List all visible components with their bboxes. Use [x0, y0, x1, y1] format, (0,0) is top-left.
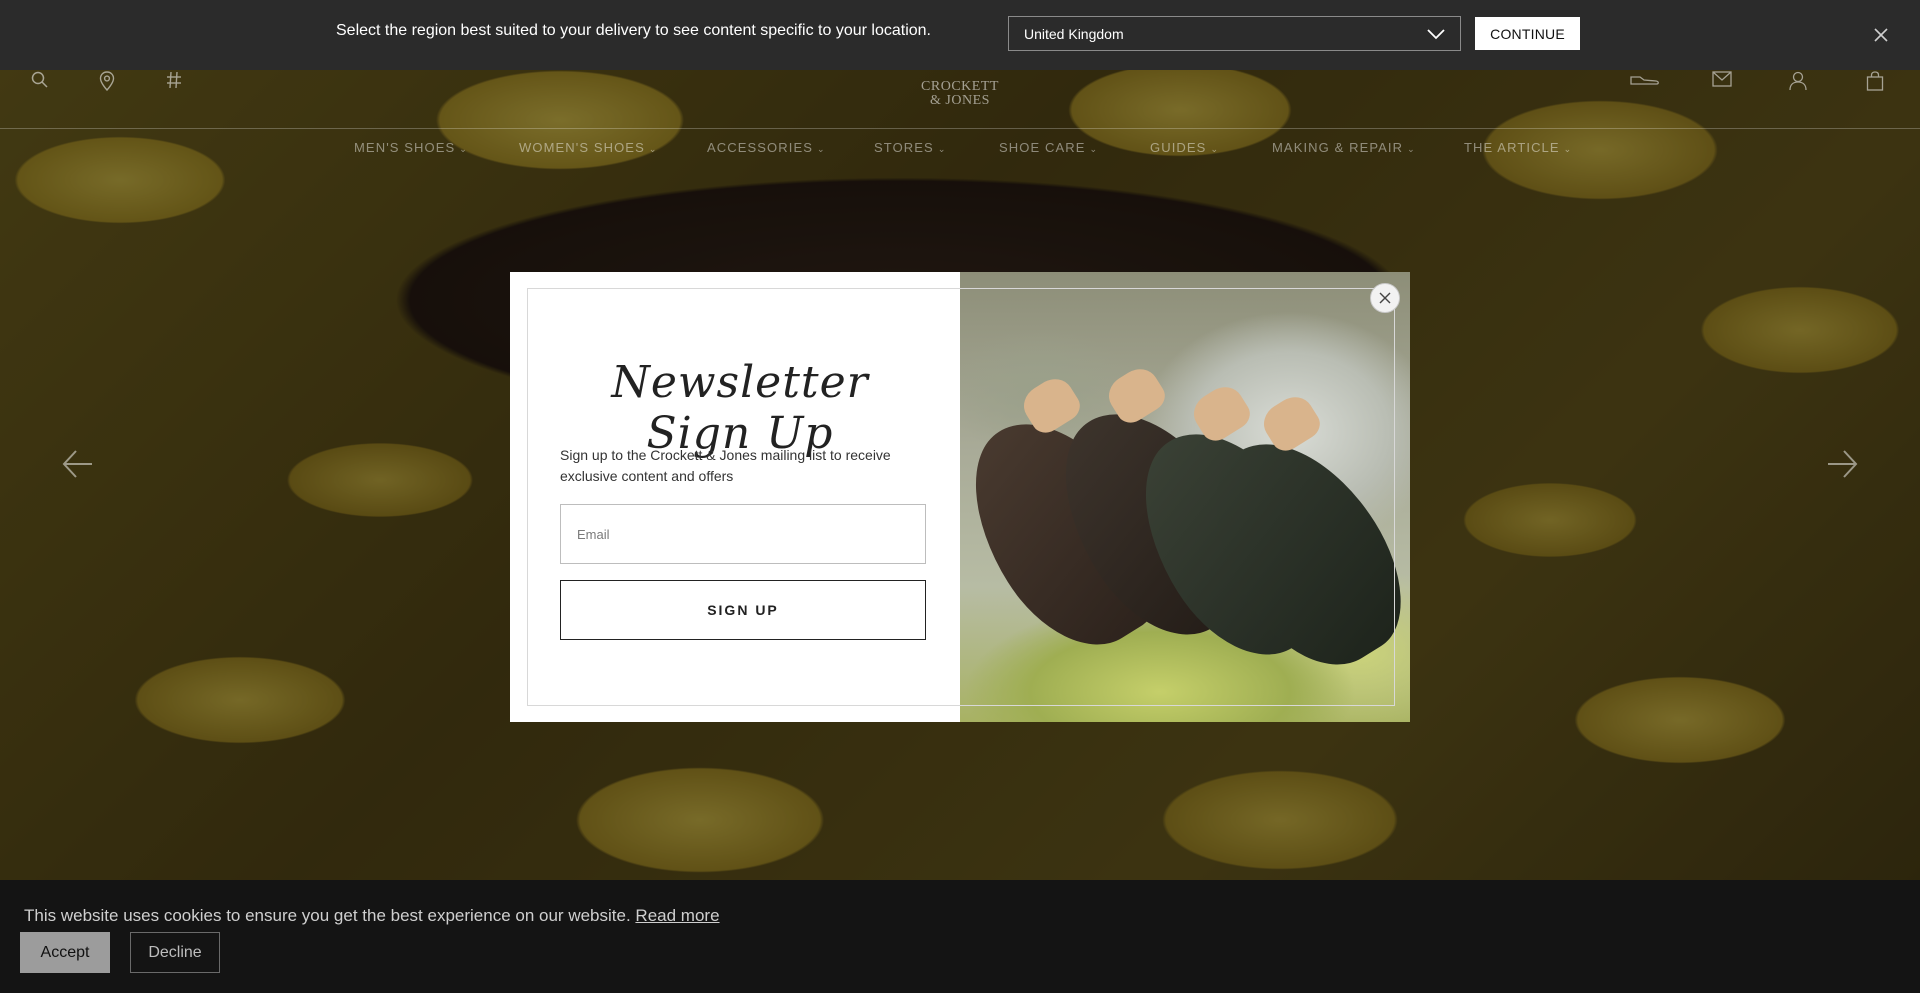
accept-cookies-button[interactable]: Accept — [20, 932, 110, 973]
logo-crockett: CROCKETT — [921, 79, 999, 94]
shoe-icon[interactable] — [1630, 71, 1660, 87]
region-selector-bar: Select the region best suited to your de… — [0, 0, 1920, 70]
newsletter-title: Newsletter Sign Up — [611, 357, 869, 459]
nav-item-stores[interactable]: STORES ⌄ — [874, 140, 946, 155]
chevron-down-icon: ⌄ — [459, 144, 468, 154]
chevron-down-icon: ⌄ — [1089, 144, 1099, 154]
nav-item-label: GUIDES — [1150, 140, 1207, 155]
search-icon[interactable] — [31, 71, 49, 89]
newsletter-description: Sign up to the Crockett & Jones mailing … — [560, 447, 891, 484]
brand-logo[interactable]: CROCKETT & JONES — [910, 80, 1010, 108]
bag-icon[interactable] — [1866, 71, 1884, 91]
nav-item-mens-shoes[interactable]: MEN'S SHOES ⌄ — [354, 140, 468, 155]
decline-cookies-button[interactable]: Decline — [130, 932, 220, 973]
location-icon[interactable] — [99, 71, 115, 91]
newsletter-image-loafers — [960, 272, 1410, 722]
nav-item-the-article[interactable]: THE ARTICLE ⌄ — [1464, 140, 1572, 155]
region-dropdown[interactable]: United Kingdom — [1008, 16, 1461, 51]
region-message: Select the region best suited to your de… — [336, 22, 931, 39]
chevron-down-icon: ⌄ — [937, 144, 947, 154]
logo-jones: & JONES — [930, 93, 990, 108]
nav-item-accessories[interactable]: ACCESSORIES ⌄ — [707, 140, 826, 155]
chevron-down-icon: ⌄ — [817, 144, 826, 154]
nav-item-label: MEN'S SHOES — [354, 140, 456, 155]
nav-item-womens-shoes[interactable]: WOMEN'S SHOES ⌄ — [519, 140, 658, 155]
region-dropdown-value: United Kingdom — [1024, 25, 1124, 42]
chevron-down-icon: ⌄ — [1407, 144, 1416, 154]
nav-item-guides[interactable]: GUIDES ⌄ — [1150, 140, 1219, 155]
chevron-down-icon: ⌄ — [1563, 144, 1573, 154]
nav-item-label: STORES — [874, 140, 934, 155]
cookie-message-wrapper: This website uses cookies to ensure you … — [24, 906, 720, 926]
region-continue-button[interactable]: CONTINUE — [1475, 17, 1580, 50]
main-navigation: MEN'S SHOES ⌄ WOMEN'S SHOES ⌄ ACCESSORIES ⌄… — [0, 140, 1920, 170]
arrow-left-icon[interactable] — [62, 448, 94, 480]
sign-up-button[interactable]: SIGN UP — [560, 580, 926, 640]
close-icon[interactable] — [1873, 27, 1889, 43]
nav-item-label: ACCESSORIES — [707, 140, 814, 155]
read-more-link[interactable]: Read more — [635, 906, 719, 925]
chevron-down-icon: ⌄ — [1210, 144, 1220, 154]
chevron-down-icon — [1427, 28, 1445, 39]
arrow-right-icon[interactable] — [1826, 448, 1858, 480]
nav-item-making-repair[interactable]: MAKING & REPAIR ⌄ — [1272, 140, 1416, 155]
chevron-down-icon: ⌄ — [648, 144, 658, 154]
newsletter-modal: Newsletter Sign Up Sign up to the Crocke… — [510, 272, 1410, 722]
nav-item-label: WOMEN'S SHOES — [519, 140, 645, 155]
newsletter-form-panel: Newsletter Sign Up Sign up to the Crocke… — [510, 272, 960, 722]
nav-item-label: SHOE CARE — [999, 140, 1086, 155]
account-icon[interactable] — [1789, 71, 1807, 91]
email-field[interactable] — [560, 504, 926, 564]
modal-close-button[interactable] — [1370, 283, 1400, 313]
cookie-message: This website uses cookies to ensure you … — [24, 906, 631, 925]
mail-icon[interactable] — [1712, 71, 1732, 87]
hash-icon[interactable] — [166, 71, 182, 89]
close-icon — [1379, 292, 1391, 304]
cookie-consent-bar: This website uses cookies to ensure you … — [0, 880, 1920, 993]
nav-item-shoe-care[interactable]: SHOE CARE ⌄ — [999, 140, 1098, 155]
nav-item-label: THE ARTICLE — [1464, 140, 1560, 155]
nav-item-label: MAKING & REPAIR — [1272, 140, 1404, 155]
